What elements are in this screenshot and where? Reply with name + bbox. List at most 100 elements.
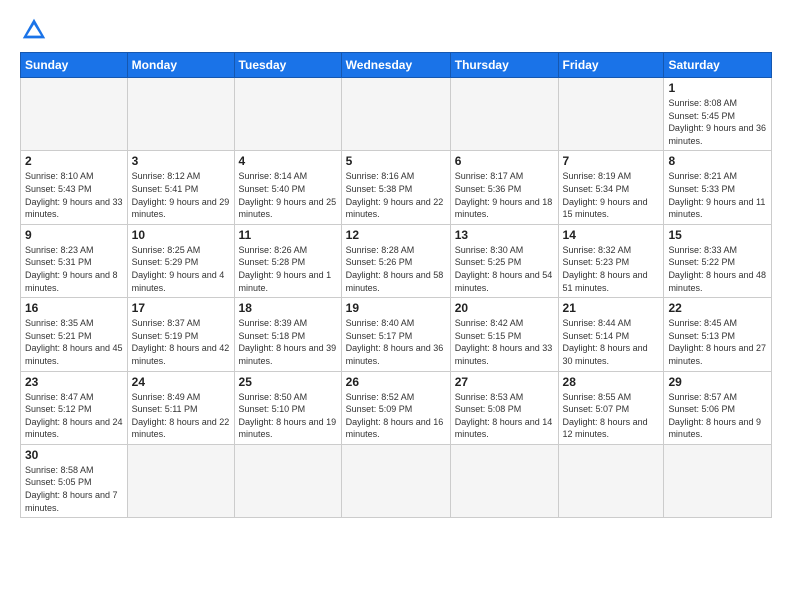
calendar-cell: 6Sunrise: 8:17 AM Sunset: 5:36 PM Daylig… — [450, 151, 558, 224]
calendar-cell: 8 Sunrise: 8:21 AM Sunset: 5:33 PM Daylig… — [664, 151, 772, 224]
calendar-cell — [558, 444, 664, 517]
calendar-cell: 15Sunrise: 8:33 AM Sunset: 5:22 PM Dayli… — [664, 224, 772, 297]
calendar-cell — [21, 78, 128, 151]
day-number: 4 — [239, 154, 337, 168]
calendar-cell: 27 Sunrise: 8:53 AM Sunset: 5:08 PM Dayli… — [450, 371, 558, 444]
day-number: 17 — [132, 301, 230, 315]
calendar-cell: 28 Sunrise: 8:55 AM Sunset: 5:07 PM Dayli… — [558, 371, 664, 444]
day-info: Sunrise: 8:57 AM Sunset: 5:06 PM Dayligh… — [668, 391, 767, 441]
calendar-week-row: 1Sunrise: 8:08 AM Sunset: 5:45 PM Daylig… — [21, 78, 772, 151]
day-info: Sunrise: 8:49 AM Sunset: 5:11 PM Dayligh… — [132, 391, 230, 441]
page: SundayMondayTuesdayWednesdayThursdayFrid… — [0, 0, 792, 612]
day-info: Sunrise: 8:16 AM Sunset: 5:38 PM Dayligh… — [346, 170, 446, 220]
calendar-cell: 23 Sunrise: 8:47 AM Sunset: 5:12 PM Dayli… — [21, 371, 128, 444]
calendar-cell: 21 Sunrise: 8:44 AM Sunset: 5:14 PM Dayli… — [558, 298, 664, 371]
calendar-cell: 30Sunrise: 8:58 AM Sunset: 5:05 PM Dayli… — [21, 444, 128, 517]
day-info: Sunrise: 8:53 AM Sunset: 5:08 PM Dayligh… — [455, 391, 554, 441]
day-number: 8 — [668, 154, 767, 168]
day-number: 24 — [132, 375, 230, 389]
day-number: 29 — [668, 375, 767, 389]
day-number: 13 — [455, 228, 554, 242]
day-info: Sunrise: 8:55 AM Sunset: 5:07 PM Dayligh… — [563, 391, 660, 441]
day-number: 9 — [25, 228, 123, 242]
calendar-cell: 3 Sunrise: 8:12 AM Sunset: 5:41 PM Daylig… — [127, 151, 234, 224]
calendar-cell: 7Sunrise: 8:19 AM Sunset: 5:34 PM Daylig… — [558, 151, 664, 224]
day-info: Sunrise: 8:50 AM Sunset: 5:10 PM Dayligh… — [239, 391, 337, 441]
day-number: 1 — [668, 81, 767, 95]
weekday-sunday: Sunday — [21, 53, 128, 78]
calendar-cell — [450, 444, 558, 517]
calendar-cell: 20 Sunrise: 8:42 AM Sunset: 5:15 PM Dayli… — [450, 298, 558, 371]
day-number: 2 — [25, 154, 123, 168]
calendar-cell: 18Sunrise: 8:39 AM Sunset: 5:18 PM Dayli… — [234, 298, 341, 371]
calendar-cell: 25Sunrise: 8:50 AM Sunset: 5:10 PM Dayli… — [234, 371, 341, 444]
day-info: Sunrise: 8:33 AM Sunset: 5:22 PM Dayligh… — [668, 244, 767, 294]
calendar-cell — [450, 78, 558, 151]
calendar-cell: 19Sunrise: 8:40 AM Sunset: 5:17 PM Dayli… — [341, 298, 450, 371]
day-number: 5 — [346, 154, 446, 168]
day-number: 3 — [132, 154, 230, 168]
day-info: Sunrise: 8:58 AM Sunset: 5:05 PM Dayligh… — [25, 464, 123, 514]
day-number: 23 — [25, 375, 123, 389]
day-info: Sunrise: 8:39 AM Sunset: 5:18 PM Dayligh… — [239, 317, 337, 367]
day-number: 22 — [668, 301, 767, 315]
day-info: Sunrise: 8:32 AM Sunset: 5:23 PM Dayligh… — [563, 244, 660, 294]
calendar-week-row: 16 Sunrise: 8:35 AM Sunset: 5:21 PM Dayli… — [21, 298, 772, 371]
day-info: Sunrise: 8:10 AM Sunset: 5:43 PM Dayligh… — [25, 170, 123, 220]
weekday-thursday: Thursday — [450, 53, 558, 78]
day-info: Sunrise: 8:14 AM Sunset: 5:40 PM Dayligh… — [239, 170, 337, 220]
day-info: Sunrise: 8:25 AM Sunset: 5:29 PM Dayligh… — [132, 244, 230, 294]
calendar-week-row: 9Sunrise: 8:23 AM Sunset: 5:31 PM Daylig… — [21, 224, 772, 297]
calendar-cell: 1Sunrise: 8:08 AM Sunset: 5:45 PM Daylig… — [664, 78, 772, 151]
day-info: Sunrise: 8:42 AM Sunset: 5:15 PM Dayligh… — [455, 317, 554, 367]
calendar-cell: 17 Sunrise: 8:37 AM Sunset: 5:19 PM Dayli… — [127, 298, 234, 371]
calendar-cell — [234, 444, 341, 517]
calendar-cell: 26 Sunrise: 8:52 AM Sunset: 5:09 PM Dayli… — [341, 371, 450, 444]
day-number: 20 — [455, 301, 554, 315]
day-info: Sunrise: 8:17 AM Sunset: 5:36 PM Dayligh… — [455, 170, 554, 220]
calendar-cell — [127, 444, 234, 517]
day-info: Sunrise: 8:47 AM Sunset: 5:12 PM Dayligh… — [25, 391, 123, 441]
weekday-tuesday: Tuesday — [234, 53, 341, 78]
day-info: Sunrise: 8:45 AM Sunset: 5:13 PM Dayligh… — [668, 317, 767, 367]
calendar-cell: 12 Sunrise: 8:28 AM Sunset: 5:26 PM Dayli… — [341, 224, 450, 297]
day-number: 21 — [563, 301, 660, 315]
calendar-cell — [341, 78, 450, 151]
calendar-week-row: 30Sunrise: 8:58 AM Sunset: 5:05 PM Dayli… — [21, 444, 772, 517]
calendar-week-row: 23 Sunrise: 8:47 AM Sunset: 5:12 PM Dayli… — [21, 371, 772, 444]
calendar-cell: 10 Sunrise: 8:25 AM Sunset: 5:29 PM Dayli… — [127, 224, 234, 297]
calendar-cell: 5 Sunrise: 8:16 AM Sunset: 5:38 PM Daylig… — [341, 151, 450, 224]
day-number: 11 — [239, 228, 337, 242]
calendar-cell: 14 Sunrise: 8:32 AM Sunset: 5:23 PM Dayli… — [558, 224, 664, 297]
day-number: 27 — [455, 375, 554, 389]
day-number: 28 — [563, 375, 660, 389]
calendar-cell: 29 Sunrise: 8:57 AM Sunset: 5:06 PM Dayli… — [664, 371, 772, 444]
day-number: 10 — [132, 228, 230, 242]
day-number: 7 — [563, 154, 660, 168]
day-number: 26 — [346, 375, 446, 389]
day-info: Sunrise: 8:35 AM Sunset: 5:21 PM Dayligh… — [25, 317, 123, 367]
day-info: Sunrise: 8:52 AM Sunset: 5:09 PM Dayligh… — [346, 391, 446, 441]
day-info: Sunrise: 8:28 AM Sunset: 5:26 PM Dayligh… — [346, 244, 446, 294]
calendar-cell — [341, 444, 450, 517]
day-number: 14 — [563, 228, 660, 242]
day-info: Sunrise: 8:44 AM Sunset: 5:14 PM Dayligh… — [563, 317, 660, 367]
day-info: Sunrise: 8:21 AM Sunset: 5:33 PM Dayligh… — [668, 170, 767, 220]
day-info: Sunrise: 8:30 AM Sunset: 5:25 PM Dayligh… — [455, 244, 554, 294]
weekday-friday: Friday — [558, 53, 664, 78]
day-info: Sunrise: 8:37 AM Sunset: 5:19 PM Dayligh… — [132, 317, 230, 367]
day-info: Sunrise: 8:12 AM Sunset: 5:41 PM Dayligh… — [132, 170, 230, 220]
calendar-table: SundayMondayTuesdayWednesdayThursdayFrid… — [20, 52, 772, 518]
day-number: 16 — [25, 301, 123, 315]
weekday-saturday: Saturday — [664, 53, 772, 78]
day-number: 12 — [346, 228, 446, 242]
calendar-cell: 11 Sunrise: 8:26 AM Sunset: 5:28 PM Dayli… — [234, 224, 341, 297]
calendar-cell: 13 Sunrise: 8:30 AM Sunset: 5:25 PM Dayli… — [450, 224, 558, 297]
day-number: 19 — [346, 301, 446, 315]
calendar-cell: 16 Sunrise: 8:35 AM Sunset: 5:21 PM Dayli… — [21, 298, 128, 371]
day-info: Sunrise: 8:26 AM Sunset: 5:28 PM Dayligh… — [239, 244, 337, 294]
calendar-cell: 9Sunrise: 8:23 AM Sunset: 5:31 PM Daylig… — [21, 224, 128, 297]
calendar-week-row: 2 Sunrise: 8:10 AM Sunset: 5:43 PM Daylig… — [21, 151, 772, 224]
weekday-wednesday: Wednesday — [341, 53, 450, 78]
header — [20, 16, 772, 44]
